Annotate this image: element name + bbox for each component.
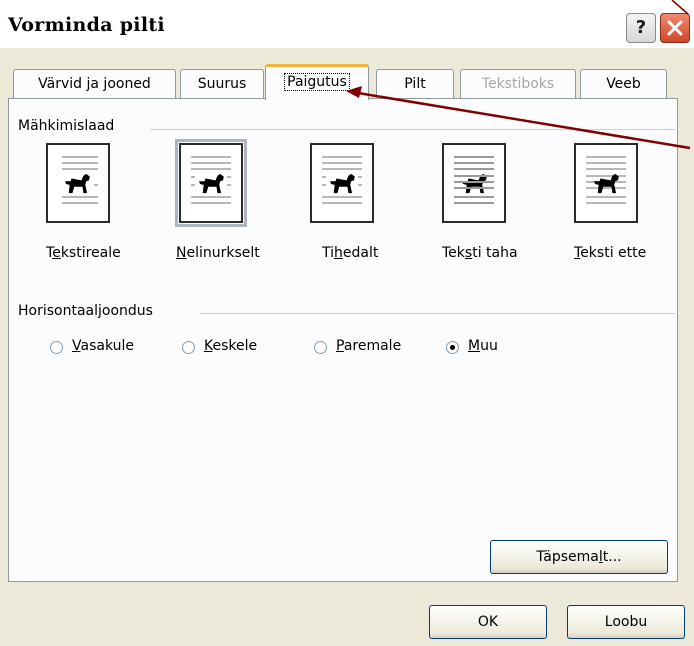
radio-label-muu: Muu <box>468 338 498 354</box>
tab-suurus[interactable]: Suurus <box>180 69 264 98</box>
tight-wrap-icon <box>310 143 374 223</box>
alignment-group-line <box>200 313 675 314</box>
radio-circle <box>314 341 327 354</box>
close-button[interactable] <box>660 13 690 43</box>
wrap-label-teksti-ette: Teksti ette <box>574 245 647 261</box>
radio-label-keskele: Keskele <box>204 338 258 354</box>
wrapping-group-label: Mähkimislaad <box>18 118 121 134</box>
radio-label-vasakule: Vasakule <box>72 338 135 354</box>
title-bar: Vorminda pilti ? <box>0 0 694 48</box>
wrap-option-teksti-taha[interactable] <box>442 143 512 231</box>
tab-veeb[interactable]: Veeb <box>580 69 667 98</box>
advanced-button[interactable]: Täpsemalt... <box>490 540 668 574</box>
tab-paigutus[interactable]: Paigutus <box>265 64 369 100</box>
in-line-with-text-icon <box>46 143 110 223</box>
behind-text-icon <box>442 143 506 223</box>
tab-tekstiboks: Tekstiboks <box>460 69 576 98</box>
cancel-button[interactable]: Loobu <box>567 605 685 639</box>
wrap-label-nelinurkselt: Nelinurkselt <box>176 245 260 261</box>
wrap-option-tihedalt[interactable] <box>310 143 380 231</box>
wrap-option-teksti-ette[interactable] <box>574 143 644 231</box>
wrap-option-nelinurkselt[interactable] <box>175 139 249 231</box>
wrap-label-tihedalt: Tihedalt <box>322 245 379 261</box>
radio-circle <box>50 341 63 354</box>
wrap-option-tekstireale[interactable] <box>46 143 116 231</box>
tab-paigutus-label: Paigutus <box>284 73 350 91</box>
radio-circle-selected <box>446 341 459 354</box>
ok-button[interactable]: OK <box>429 605 547 639</box>
window-title: Vorminda pilti <box>8 14 165 36</box>
radio-label-paremale: Paremale <box>336 338 402 354</box>
wrap-label-tekstireale: Tekstireale <box>46 245 121 261</box>
alignment-group-label: Horisontaaljoondus <box>18 303 159 319</box>
help-icon: ? <box>635 17 647 38</box>
tab-pilt[interactable]: Pilt <box>376 69 454 98</box>
in-front-of-text-icon <box>574 143 638 223</box>
tab-varvid-ja-jooned[interactable]: Värvid ja jooned <box>13 69 176 98</box>
close-icon <box>667 20 683 36</box>
radio-circle <box>182 341 195 354</box>
wrap-label-teksti-taha: Teksti taha <box>442 245 518 261</box>
square-wrap-icon <box>175 139 247 227</box>
help-button[interactable]: ? <box>626 13 656 43</box>
wrapping-group-line <box>150 129 675 130</box>
